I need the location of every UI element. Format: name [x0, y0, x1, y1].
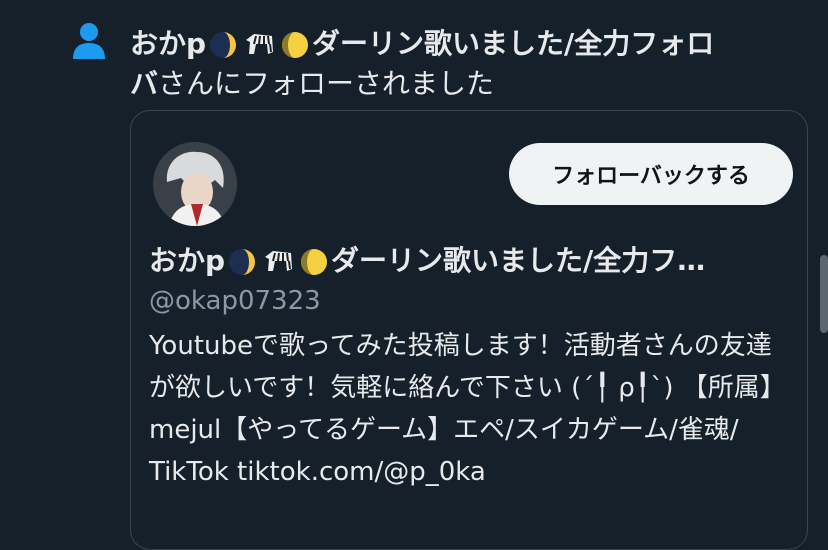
scrollbar[interactable] [820, 255, 828, 333]
card-name-part: ダーリン歌いました/全力フ… [331, 244, 706, 277]
zebra-icon [265, 251, 293, 271]
user-card[interactable]: フォローバックする おかp ダーリン歌いました/全力フ… @okap07323 Y… [130, 110, 808, 550]
follower-name-part: バ [130, 67, 159, 100]
crescent-moon-icon [301, 249, 328, 275]
notification-text: おかp ダーリン歌いました/全力フォロバさんにフォローされました [130, 24, 828, 104]
card-bio: Youtubeで歌ってみた投稿します！活動者さんの友達が欲しいです！気軽に絡んで… [149, 331, 786, 487]
follow-back-button[interactable]: フォローバックする [509, 143, 793, 205]
crescent-moon-icon [229, 249, 256, 275]
card-handle: @okap07323 [149, 286, 321, 316]
card-name-part: おかp [149, 244, 226, 277]
crescent-moon-icon [282, 32, 309, 58]
follower-name-part: ダーリン歌いました/全力フォロ [312, 27, 715, 60]
follower-name-part: おかp [130, 27, 207, 60]
notification-action-text: さんにフォローされました [158, 67, 495, 100]
person-icon [73, 23, 105, 59]
zebra-icon [246, 34, 274, 54]
card-display-name[interactable]: おかp ダーリン歌いました/全力フ… [149, 241, 789, 281]
avatar[interactable] [153, 142, 237, 226]
crescent-moon-icon [210, 32, 237, 58]
